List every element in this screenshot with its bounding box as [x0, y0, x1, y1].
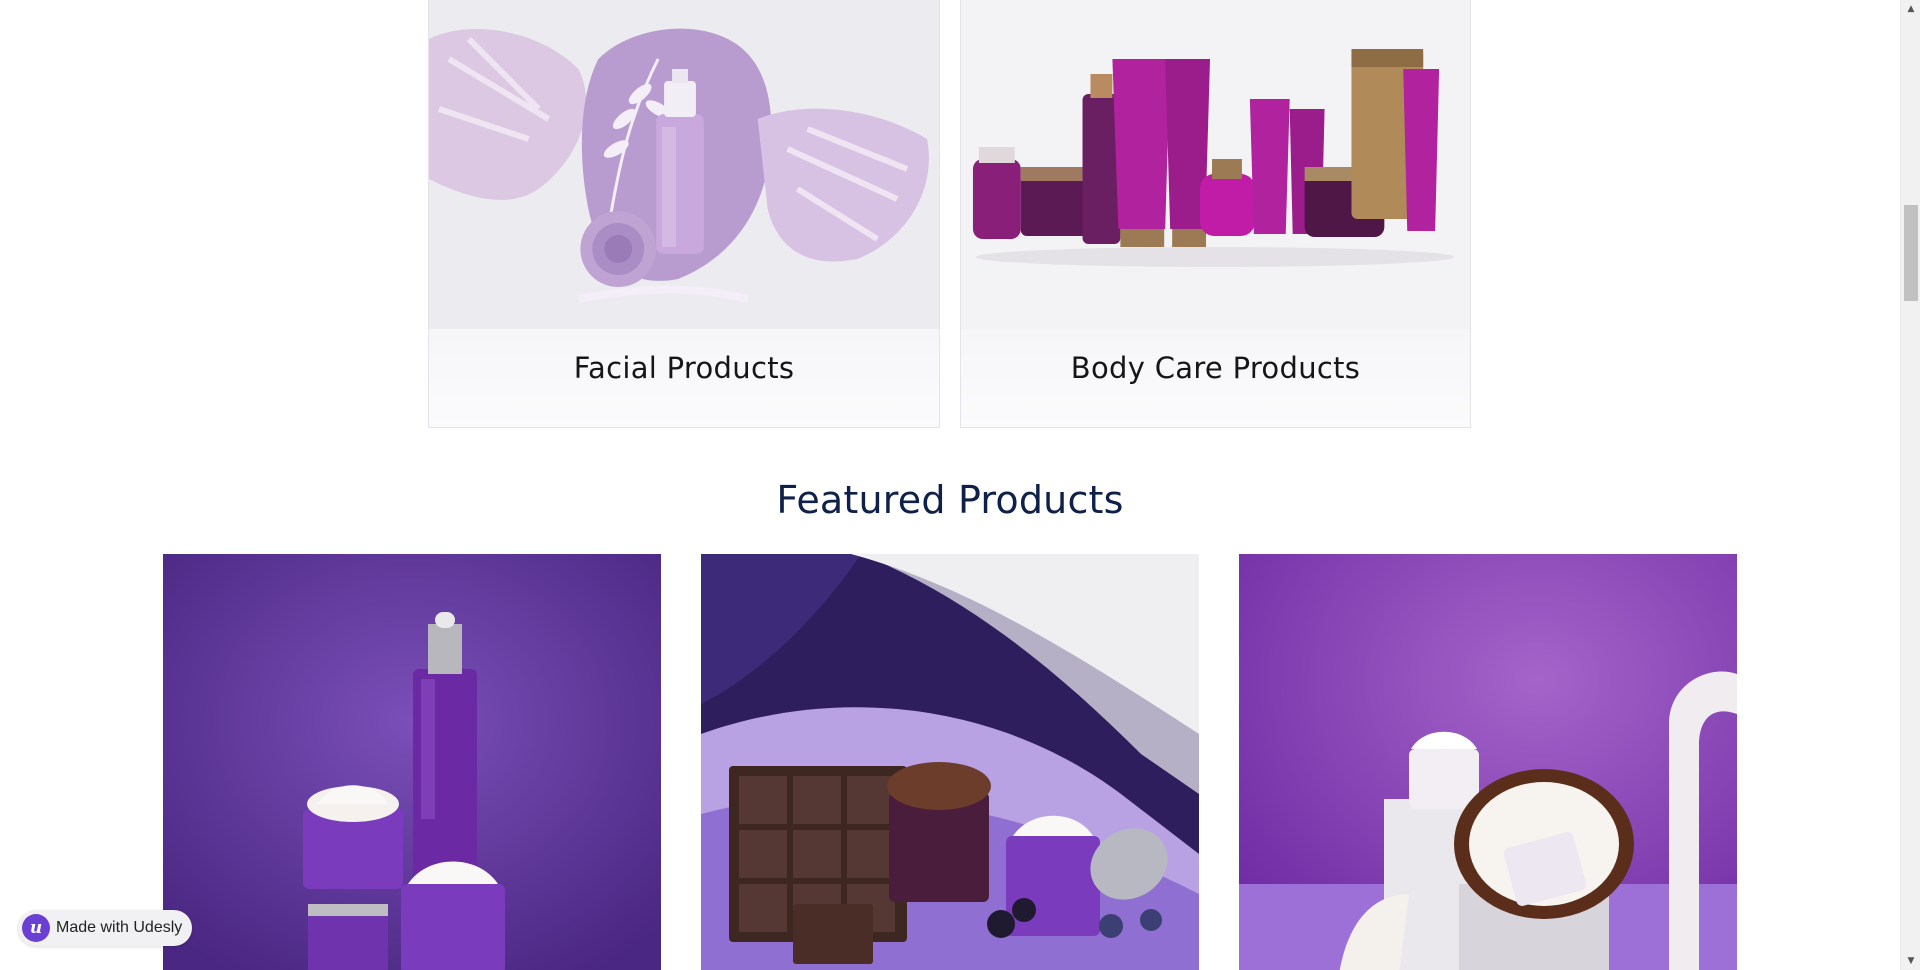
- category-card-body-care[interactable]: Body Care Products: [960, 0, 1471, 428]
- triangle-down-icon[interactable]: ▼: [1901, 952, 1920, 970]
- page-content: Facial Products Body Care Products Featu…: [0, 0, 1900, 970]
- category-card-facial[interactable]: Facial Products: [428, 0, 940, 428]
- featured-product-1[interactable]: [163, 554, 661, 970]
- page-scrollbar[interactable]: ▲ ▼: [1900, 0, 1920, 970]
- facial-products-title[interactable]: Facial Products: [429, 351, 939, 385]
- facial-products-image: [429, 0, 939, 329]
- made-with-udesly-text: Made with Udesly: [56, 919, 183, 936]
- body-care-products-image: [961, 0, 1470, 329]
- made-with-udesly-badge[interactable]: u Made with Udesly: [18, 910, 193, 946]
- featured-product-2-image: [701, 554, 1199, 970]
- udesly-logo-icon: u: [22, 914, 50, 942]
- triangle-up-icon[interactable]: ▲: [1901, 0, 1920, 18]
- featured-product-1-image: [163, 554, 661, 970]
- featured-products-heading: Featured Products: [776, 478, 1124, 522]
- body-care-products-title[interactable]: Body Care Products: [961, 351, 1470, 385]
- scrollbar-thumb[interactable]: [1904, 205, 1918, 301]
- featured-product-3[interactable]: [1239, 554, 1737, 970]
- featured-product-3-image: [1239, 554, 1737, 970]
- featured-product-2[interactable]: [701, 554, 1199, 970]
